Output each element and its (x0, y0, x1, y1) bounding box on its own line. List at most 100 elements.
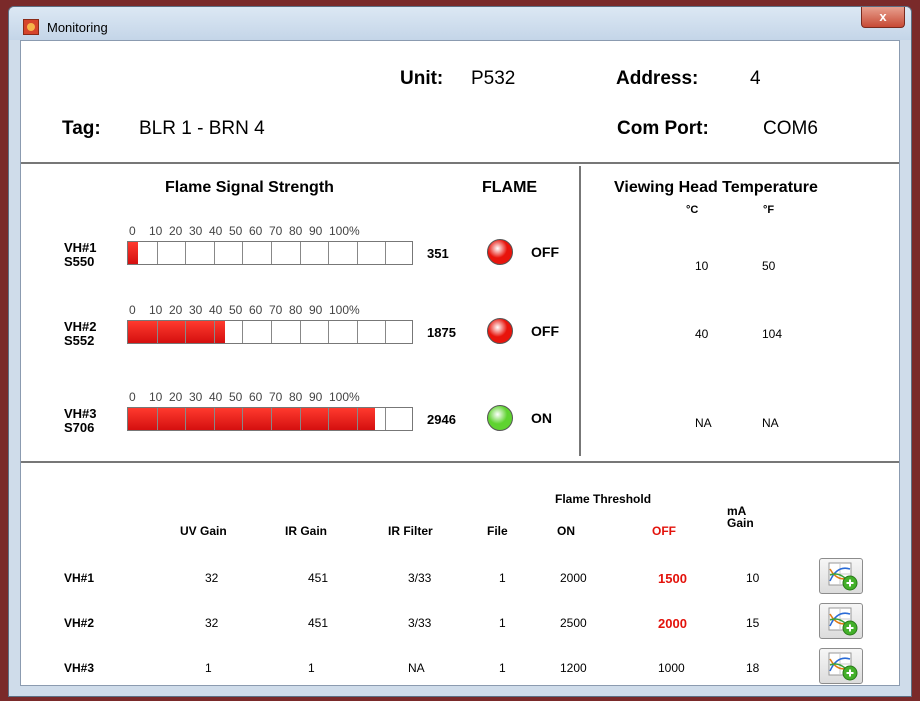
bar-segment-divider (242, 242, 244, 264)
scale-tick-label: 70 (269, 224, 283, 238)
scale-tick-label: 30 (189, 390, 203, 404)
add-graph-icon (828, 652, 858, 681)
vh-id: VH#2 (64, 319, 97, 334)
temp-celsius: NA (695, 416, 712, 430)
viewing-head-title: Viewing Head Temperature (614, 179, 818, 196)
cell-file: 1 (499, 571, 506, 585)
cell-ir-filter: NA (408, 661, 425, 675)
client-area: Unit: P532 Address: 4 Tag: BLR 1 - BRN 4… (20, 40, 900, 686)
cell-file: 1 (499, 661, 506, 675)
signal-strength-bar (127, 320, 413, 344)
bar-segment-divider (213, 321, 215, 343)
cell-ma-gain: 15 (746, 616, 760, 630)
bar-segment-divider (271, 408, 272, 430)
bar-segment-divider (328, 408, 330, 430)
vh-label: VH#1 S550 (64, 241, 97, 269)
bar-segment-divider (328, 242, 330, 264)
close-button[interactable]: x (861, 7, 905, 28)
bar-segment-divider (271, 321, 272, 343)
signal-count: 351 (427, 246, 449, 261)
temp-fahrenheit: NA (762, 416, 779, 430)
bar-segment-divider (156, 321, 158, 343)
add-graph-icon (828, 607, 858, 636)
vh-id: VH#1 (64, 240, 97, 255)
file-header: File (487, 524, 508, 538)
vh-label: VH#2 S552 (64, 320, 97, 348)
scale-tick-label: 0 (129, 390, 136, 404)
bar-segment-divider (242, 408, 244, 430)
cell-off: 1500 (658, 571, 687, 586)
cell-ir-filter: 3/33 (408, 616, 432, 630)
signal-count: 2946 (427, 412, 456, 427)
flame-indicator-led (487, 318, 513, 344)
bar-segment-divider (213, 242, 215, 264)
header-divider (21, 162, 899, 164)
title-bar[interactable]: Monitoring x (9, 7, 911, 40)
scale-tick-label: 20 (169, 224, 183, 238)
signal-fill (128, 242, 138, 264)
bar-segment-divider (299, 242, 301, 264)
bar-segment-divider (156, 242, 158, 264)
flame-indicator-led (487, 405, 513, 431)
tag-value: BLR 1 - BRN 4 (139, 118, 265, 139)
vh-sensor: S550 (64, 254, 95, 269)
cell-file: 1 (499, 616, 506, 630)
flame-threshold-label: Flame Threshold (555, 492, 652, 506)
scale-tick-label: 90 (309, 224, 323, 238)
vh-sensor: S706 (64, 420, 95, 435)
scale-tick-label: 80 (289, 390, 303, 404)
scale-tick-label: 50 (229, 390, 243, 404)
scale-tick-label: 50 (229, 303, 243, 317)
cell-ir-gain: 1 (308, 661, 315, 675)
signal-fill (128, 408, 376, 430)
unit-value: P532 (471, 68, 516, 89)
scale-tick-label: 20 (169, 303, 183, 317)
scale-tick-label: 40 (209, 224, 223, 238)
bar-segment-divider (299, 408, 301, 430)
scale-tick-label: 40 (209, 303, 223, 317)
flame-title: FLAME (482, 179, 538, 196)
cell-ma-gain: 18 (746, 661, 760, 675)
add-graph-button[interactable] (819, 558, 863, 594)
signal-scale: 0 10 20 30 40 50 60 70 80 90 100% (129, 303, 469, 317)
bar-segment-divider (385, 408, 387, 430)
ir-gain-header: IR Gain (285, 524, 328, 538)
bar-segment-divider (356, 242, 358, 264)
scale-tick-label: 30 (189, 224, 203, 238)
signal-count: 1875 (427, 325, 456, 340)
bar-segment-divider (385, 242, 387, 264)
settings-row-label: VH#3 (64, 661, 95, 675)
cell-ir-gain: 451 (308, 571, 329, 585)
middle-divider (579, 166, 581, 456)
settings-divider (21, 461, 899, 463)
scale-tick-label: 60 (249, 303, 263, 317)
add-graph-button[interactable] (819, 603, 863, 639)
scale-tick-label: 70 (269, 303, 283, 317)
scale-tick-label: 90 (309, 390, 323, 404)
cell-off: 2000 (658, 616, 687, 631)
bar-segment-divider (156, 408, 158, 430)
add-graph-button[interactable] (819, 648, 863, 684)
ma-gain-line2: Gain (727, 516, 754, 530)
cell-off: 1000 (658, 661, 685, 675)
threshold-on-header: ON (557, 524, 575, 538)
bar-segment-divider (185, 408, 187, 430)
temp-fahrenheit: 104 (762, 327, 783, 341)
fahrenheit-label: °F (763, 204, 775, 216)
scale-tick-label: 0 (129, 224, 136, 238)
bar-segment-divider (185, 321, 187, 343)
bar-segment-divider (328, 321, 330, 343)
signal-fill (128, 321, 225, 343)
bar-segment-divider (271, 242, 272, 264)
flame-state: OFF (531, 323, 559, 339)
cell-on: 1200 (560, 661, 587, 675)
bar-segment-divider (385, 321, 387, 343)
signal-strength-bar (127, 407, 413, 431)
scale-tick-label: 80 (289, 303, 303, 317)
scale-tick-label: 100% (329, 390, 360, 404)
cell-ir-filter: 3/33 (408, 571, 432, 585)
temp-fahrenheit: 50 (762, 259, 776, 273)
window-title: Monitoring (47, 20, 108, 35)
scale-tick-label: 30 (189, 303, 203, 317)
tag-label: Tag: (62, 118, 101, 139)
